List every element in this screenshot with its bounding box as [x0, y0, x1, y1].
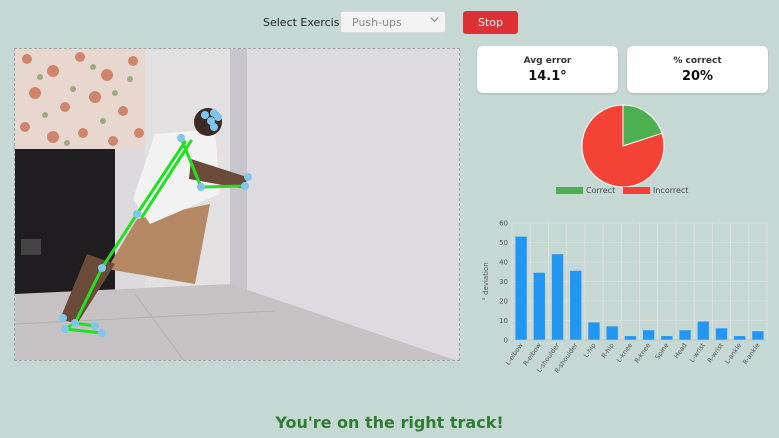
chevron-down-icon [430, 17, 439, 23]
avg-error-value: 14.1° [528, 69, 567, 84]
correct-pie-chart [581, 104, 665, 188]
legend-label-incorrect: Incorrect [653, 186, 689, 195]
y-tick-label: 40 [499, 259, 508, 267]
percent-correct-label: % correct [673, 56, 722, 66]
camera-frame [15, 49, 459, 360]
x-tick-label: Spine [653, 342, 670, 361]
legend-swatch-correct [556, 187, 583, 194]
y-tick-label: 0 [504, 337, 508, 345]
legend-swatch-incorrect [623, 187, 650, 194]
x-tick-label: R-ankle [741, 342, 761, 366]
bar-r-knee [642, 330, 655, 340]
avg-error-card: Avg error 14.1° [477, 46, 618, 93]
exercise-select-value: Push-ups [352, 16, 402, 29]
bar-r-hip [606, 326, 618, 340]
x-tick-label: R-knee [633, 342, 652, 365]
y-axis-title: ° deviation [482, 262, 490, 300]
bar-l-shoulder [551, 254, 564, 340]
select-exercise-label: Select Exercise: [263, 16, 350, 29]
y-tick-label: 30 [499, 278, 508, 286]
y-tick-label: 10 [499, 317, 508, 325]
bar-r-ankle [752, 331, 764, 340]
x-tick-label: R-hip [600, 342, 616, 360]
stop-button[interactable]: Stop [463, 11, 518, 34]
camera-feed [14, 48, 460, 361]
bar-r-elbow [533, 272, 545, 340]
bar-l-ankle [734, 336, 746, 340]
bar-head [679, 330, 691, 340]
x-tick-label: L-wrist [688, 341, 707, 364]
y-tick-label: 20 [499, 298, 508, 306]
y-tick-label: 60 [499, 220, 508, 228]
bar-l-hip [588, 322, 600, 340]
x-tick-label: L-hip [582, 342, 598, 360]
avg-error-label: Avg error [523, 56, 572, 66]
percent-correct-card: % correct 20% [627, 46, 768, 93]
bar-l-wrist [697, 321, 709, 340]
bar-r-shoulder [570, 270, 582, 340]
x-tick-label: Head [672, 342, 688, 361]
x-tick-label: L-knee [615, 342, 634, 364]
legend-label-correct: Correct [586, 186, 616, 195]
percent-correct-value: 20% [681, 69, 714, 84]
feedback-message: You're on the right track! [275, 413, 504, 432]
bar-l-knee [624, 336, 637, 340]
exercise-toolbar: Select Exercise: Push-ups Stop [0, 11, 779, 35]
bar-r-wrist [715, 328, 728, 340]
exercise-select[interactable]: Push-ups [340, 11, 446, 33]
legend-item-correct: Correct [556, 186, 615, 195]
bar-l-elbow [515, 236, 527, 340]
y-tick-label: 50 [499, 239, 508, 247]
legend-item-incorrect: Incorrect [623, 186, 688, 195]
bar-spine [661, 336, 673, 340]
joint-deviation-bar-chart: 0102030405060° deviationL-elbowR-elbowL-… [482, 220, 768, 375]
